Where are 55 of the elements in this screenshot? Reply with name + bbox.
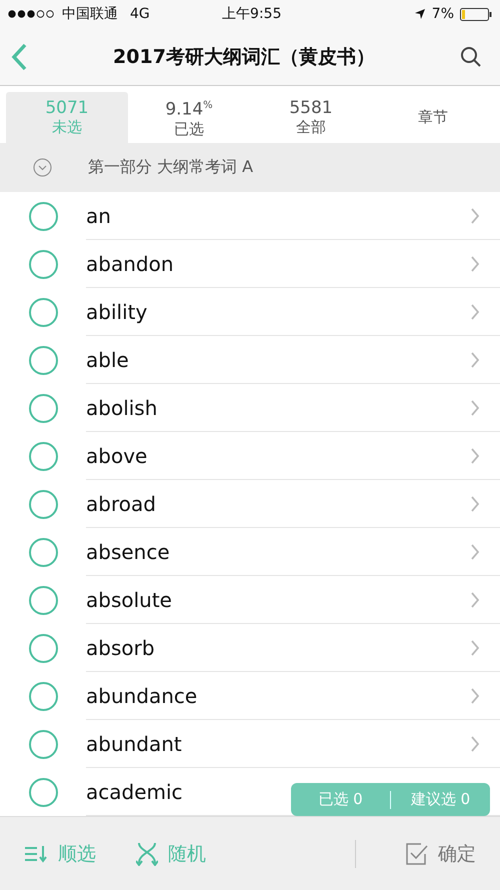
chevron-right-icon xyxy=(470,688,480,704)
selection-summary: 已选 0 建议选 0 xyxy=(291,783,490,816)
chevron-right-icon xyxy=(470,208,480,224)
select-checkbox[interactable] xyxy=(29,538,58,566)
word-entry[interactable]: abroad xyxy=(86,492,156,516)
select-checkbox[interactable] xyxy=(29,202,58,230)
chevron-right-icon xyxy=(470,400,480,416)
network-type: 4G xyxy=(130,6,150,22)
select-checkbox[interactable] xyxy=(29,298,58,326)
sort-icon xyxy=(24,844,48,862)
select-checkbox[interactable] xyxy=(29,586,58,614)
back-icon[interactable] xyxy=(10,42,28,70)
page-title: 2017考研大纲词汇（黄皮书） xyxy=(112,44,376,70)
chevron-right-icon xyxy=(470,736,480,752)
chevron-right-icon xyxy=(470,256,480,272)
chevron-right-icon xyxy=(470,640,480,656)
word-entry[interactable]: abundant xyxy=(86,732,182,756)
chevron-right-icon xyxy=(470,304,480,320)
signal-icon xyxy=(8,10,56,18)
battery-percent: 7% xyxy=(432,6,454,22)
carrier-name: 中国联通 xyxy=(62,5,118,23)
word-entry[interactable]: an xyxy=(86,204,111,228)
word-entry[interactable]: abolish xyxy=(86,396,158,420)
chevron-right-icon xyxy=(470,592,480,608)
location-arrow-icon xyxy=(414,8,426,20)
select-checkbox[interactable] xyxy=(29,634,58,662)
select-checkbox[interactable] xyxy=(29,730,58,758)
word-entry[interactable]: above xyxy=(86,444,148,468)
checkbox-icon xyxy=(406,842,428,864)
word-entry[interactable]: academic xyxy=(86,780,183,804)
shuffle-icon xyxy=(136,842,158,866)
select-checkbox[interactable] xyxy=(29,490,58,518)
select-checkbox[interactable] xyxy=(29,394,58,422)
chevron-right-icon xyxy=(470,544,480,560)
select-checkbox[interactable] xyxy=(29,778,58,806)
clock-time: 上午9:55 xyxy=(222,5,282,23)
word-entry[interactable]: able xyxy=(86,348,129,372)
word-entry[interactable]: absence xyxy=(86,540,170,564)
select-checkbox[interactable] xyxy=(29,250,58,278)
section-title: 第一部分 大纲常考词 A xyxy=(88,157,254,178)
search-icon[interactable] xyxy=(460,46,482,68)
word-entry[interactable]: abundance xyxy=(86,684,198,708)
word-entry[interactable]: absorb xyxy=(86,636,155,660)
word-entry[interactable]: abandon xyxy=(86,252,174,276)
select-checkbox[interactable] xyxy=(29,682,58,710)
confirm-button[interactable]: 确定 xyxy=(406,840,476,866)
select-checkbox[interactable] xyxy=(29,442,58,470)
chevron-right-icon xyxy=(470,496,480,512)
collapse-icon[interactable] xyxy=(33,158,52,177)
word-entry[interactable]: ability xyxy=(86,300,148,324)
word-entry[interactable]: absolute xyxy=(86,588,172,612)
battery-icon xyxy=(460,8,492,20)
chevron-right-icon xyxy=(470,448,480,464)
select-checkbox[interactable] xyxy=(29,346,58,374)
chevron-right-icon xyxy=(470,352,480,368)
